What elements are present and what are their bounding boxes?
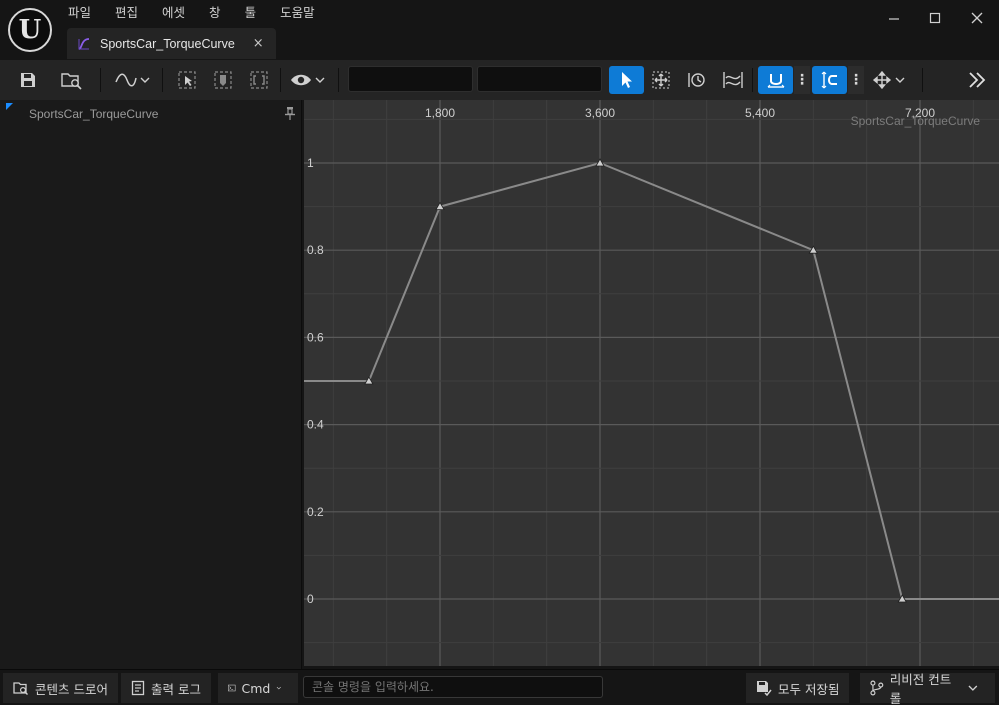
save-all-button[interactable]: 모두 저장됨 bbox=[746, 673, 850, 703]
browse-asset-icon[interactable] bbox=[58, 66, 86, 94]
menu-edit[interactable]: 편집 bbox=[103, 2, 150, 24]
chevron-down-icon bbox=[968, 685, 978, 691]
cmd-label: Cmd bbox=[241, 680, 271, 696]
save-icon[interactable] bbox=[16, 66, 40, 94]
menu-file[interactable]: 파일 bbox=[56, 2, 103, 24]
output-log-button[interactable]: 출력 로그 bbox=[121, 673, 211, 703]
view-options-icon[interactable] bbox=[288, 66, 330, 94]
x-tick-label: 3,600 bbox=[585, 106, 615, 120]
expand-icon[interactable] bbox=[964, 66, 990, 94]
minimize-icon[interactable] bbox=[874, 6, 914, 30]
curve-graph-canvas[interactable]: 1,800 3,600 5,400 7,20010.80.60.40.20 bbox=[304, 100, 999, 666]
x-tick-label: 1,800 bbox=[425, 106, 455, 120]
toolbar-separator bbox=[100, 68, 101, 92]
key-time-field[interactable] bbox=[348, 66, 473, 92]
chevron-down-icon bbox=[277, 686, 282, 690]
transform-tool-icon[interactable] bbox=[648, 66, 674, 94]
output-log-icon bbox=[131, 680, 145, 696]
frame-icon[interactable] bbox=[210, 66, 236, 94]
tab-close-icon[interactable]: × bbox=[253, 36, 264, 51]
graph-watermark: SportsCar_TorqueCurve bbox=[850, 114, 980, 128]
pin-icon[interactable] bbox=[284, 106, 296, 120]
x-tick-label: 5,400 bbox=[745, 106, 775, 120]
content-drawer-label: 콘텐츠 드로어 bbox=[35, 681, 108, 697]
asset-tab-label: SportsCar_TorqueCurve bbox=[100, 36, 235, 51]
title-bar: U 파일 편집 에셋 창 툴 도움말 SportsCar_TorqueCurve… bbox=[0, 0, 999, 60]
retime-tool-icon[interactable] bbox=[684, 66, 710, 94]
toolbar-separator bbox=[162, 68, 163, 92]
cmd-dropdown[interactable]: Cmd bbox=[218, 673, 298, 703]
fit-icon[interactable] bbox=[246, 66, 272, 94]
multi-scale-icon[interactable] bbox=[720, 66, 746, 94]
select-keys-icon[interactable] bbox=[174, 66, 200, 94]
toolbar-separator bbox=[922, 68, 923, 92]
save-all-label: 모두 저장됨 bbox=[778, 681, 840, 697]
snap-value-options-icon[interactable]: ⋮ bbox=[848, 66, 864, 94]
key-value-field[interactable] bbox=[477, 66, 602, 92]
close-icon[interactable] bbox=[957, 6, 997, 30]
menu-window[interactable]: 창 bbox=[197, 2, 233, 24]
console-command-input[interactable] bbox=[303, 676, 603, 698]
maximize-icon[interactable] bbox=[915, 6, 955, 30]
status-bar: 콘텐츠 드로어 출력 로그 Cmd 모두 저장됨 리비전 컨트롤 bbox=[0, 669, 999, 705]
toolbar-separator bbox=[338, 68, 339, 92]
menu-asset[interactable]: 에셋 bbox=[150, 2, 197, 24]
content-drawer-button[interactable]: 콘텐츠 드로어 bbox=[3, 673, 118, 703]
snap-time-icon[interactable] bbox=[758, 66, 793, 94]
y-tick-label: 0.8 bbox=[307, 243, 324, 257]
snap-value-icon[interactable] bbox=[812, 66, 847, 94]
y-tick-label: 1 bbox=[307, 156, 314, 170]
menu-bar: 파일 편집 에셋 창 툴 도움말 bbox=[56, 2, 327, 24]
revision-control-icon bbox=[870, 680, 884, 696]
toolbar-separator bbox=[752, 68, 753, 92]
content-drawer-icon bbox=[13, 682, 28, 695]
output-log-label: 출력 로그 bbox=[151, 681, 201, 697]
console-icon bbox=[228, 684, 236, 692]
curve-asset-icon bbox=[78, 37, 90, 50]
select-tool-icon[interactable] bbox=[609, 66, 644, 94]
curve-type-icon[interactable] bbox=[114, 66, 152, 94]
logo-letter: U bbox=[18, 15, 42, 45]
revision-control-button[interactable]: 리비전 컨트롤 bbox=[860, 672, 995, 705]
toolbar-separator bbox=[280, 68, 281, 92]
save-all-icon bbox=[757, 681, 772, 696]
unreal-logo[interactable]: U bbox=[8, 8, 52, 52]
snap-time-options-icon[interactable]: ⋮ bbox=[794, 66, 810, 94]
panel-corner-marker bbox=[6, 103, 13, 110]
y-tick-label: 0 bbox=[307, 592, 314, 606]
curve-graph[interactable]: 1,800 3,600 5,400 7,200 1 0.8 0.6 0.4 0.2 0 Sport… bbox=[304, 100, 999, 666]
y-tick-label: 0.6 bbox=[307, 330, 324, 344]
y-tick-label: 0.2 bbox=[307, 505, 324, 519]
menu-tools[interactable]: 툴 bbox=[233, 2, 269, 24]
axis-lock-icon[interactable] bbox=[870, 66, 910, 94]
revision-control-label: 리비전 컨트롤 bbox=[889, 672, 952, 705]
asset-tab[interactable]: SportsCar_TorqueCurve × bbox=[67, 28, 276, 59]
curve-list-item[interactable]: SportsCar_TorqueCurve bbox=[29, 107, 158, 121]
toolbar: ⋮ ⋮ bbox=[0, 60, 999, 100]
y-tick-label: 0.4 bbox=[307, 418, 324, 432]
curve-outliner: SportsCar_TorqueCurve bbox=[0, 100, 302, 669]
menu-help[interactable]: 도움말 bbox=[268, 2, 327, 24]
